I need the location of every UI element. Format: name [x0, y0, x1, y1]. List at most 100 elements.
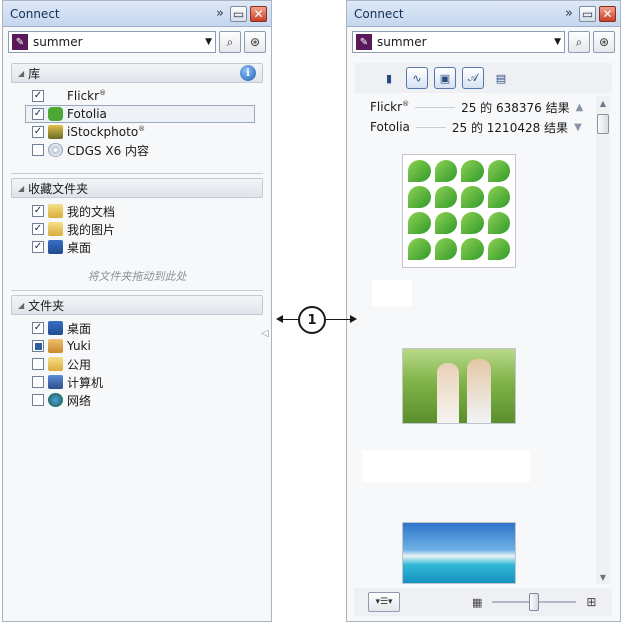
folders-item-network[interactable]: 网络: [32, 391, 271, 409]
computer-icon: [48, 375, 63, 389]
result-count: 25 的 638376 结果: [461, 100, 570, 115]
large-thumbnails-icon[interactable]: ⊞: [586, 595, 596, 609]
left-search-bar: ✎ summer ▼ ⌕ ⊛: [3, 27, 271, 57]
item-label: 网络: [67, 393, 92, 408]
favorites-item-documents[interactable]: ✓ 我的文档: [32, 202, 271, 220]
drop-folders-hint: 将文件夹拖动到此处: [87, 270, 187, 283]
checkbox[interactable]: ✓: [32, 90, 44, 102]
minimize-icon[interactable]: ▭: [230, 5, 247, 22]
checkbox[interactable]: [32, 358, 44, 370]
leaf-grid: [408, 160, 510, 260]
checkbox[interactable]: [32, 144, 44, 156]
checkbox[interactable]: ✓: [32, 126, 44, 138]
folders-section-header[interactable]: ◢ 文件夹: [11, 295, 263, 315]
couple-photo-thumbnail[interactable]: [402, 348, 516, 424]
binoculars-icon[interactable]: ⊛: [244, 31, 266, 53]
collapse-triangle-icon[interactable]: ◢: [18, 184, 24, 193]
item-label: 我的文档: [67, 204, 116, 219]
left-panel-title: Connect: [10, 6, 60, 21]
next-page-icon[interactable]: ▼: [574, 122, 582, 133]
library-section-header[interactable]: ◢ 库 i: [11, 63, 263, 83]
expand-chevron-icon[interactable]: »: [213, 6, 227, 22]
small-thumbnails-icon[interactable]: ▦: [472, 596, 482, 609]
expand-chevron-icon[interactable]: »: [562, 6, 576, 22]
fotolia-icon: [48, 107, 63, 121]
collapse-triangle-icon[interactable]: ◢: [18, 69, 24, 78]
placeholder-blank: [362, 450, 530, 482]
close-icon[interactable]: ✕: [599, 5, 616, 22]
scroll-up-icon[interactable]: ▲: [596, 96, 610, 110]
folders-item-yuki[interactable]: Yuki: [32, 337, 271, 355]
folders-item-public[interactable]: 公用: [32, 355, 271, 373]
leaf-shape: [408, 212, 431, 234]
search-button-icon[interactable]: ⌕: [568, 31, 590, 53]
font-filter-icon[interactable]: 𝒜: [462, 67, 484, 89]
item-label: 桌面: [67, 321, 92, 336]
image-filter-icon[interactable]: ▣: [434, 67, 456, 89]
previous-page-icon[interactable]: ▲: [576, 102, 584, 113]
binoculars-icon[interactable]: ⊛: [593, 31, 615, 53]
beach-photo-thumbnail[interactable]: [402, 522, 516, 584]
checkbox[interactable]: ✓: [32, 108, 44, 120]
info-icon[interactable]: i: [240, 65, 256, 81]
right-panel-title: Connect: [354, 6, 404, 21]
callout-arrow-right: [350, 315, 357, 323]
favorites-list: ✓ 我的文档 ✓ 我的图片 ✓ 桌面: [3, 198, 271, 256]
collapse-left-icon[interactable]: ◁: [261, 328, 269, 339]
minimize-icon[interactable]: ▭: [579, 5, 596, 22]
favorites-section-header[interactable]: ◢ 收藏文件夹: [11, 178, 263, 198]
collapse-triangle-icon[interactable]: ◢: [18, 301, 24, 310]
leaf-shape: [487, 186, 510, 208]
checkbox[interactable]: ✓: [32, 223, 44, 235]
folders-item-computer[interactable]: 计算机: [32, 373, 271, 391]
folders-item-desktop[interactable]: ✓ 桌面: [32, 319, 271, 337]
item-label: 我的图片: [67, 222, 116, 237]
right-search-combo[interactable]: ✎ summer ▼: [352, 31, 565, 53]
checkbox[interactable]: [32, 340, 44, 352]
folders-list: ✓ 桌面 Yuki 公用 计算机 网络: [3, 315, 271, 409]
person-shape: [467, 359, 491, 423]
book-icon[interactable]: ▮: [378, 67, 400, 89]
library-item-fotolia[interactable]: ✓ Fotolia: [25, 105, 255, 123]
results-area: Flickr® 25 的 638376 结果 ▲ Fotolia 25 的 12…: [354, 96, 610, 584]
checkbox[interactable]: ✓: [32, 322, 44, 334]
scroll-thumb[interactable]: [597, 114, 609, 134]
leaf-shape: [487, 212, 510, 234]
library-item-flickr[interactable]: ✓ Flickr®: [32, 87, 271, 105]
library-item-istockphoto[interactable]: ✓ iStockphoto®: [32, 123, 271, 141]
document-icon[interactable]: ▤: [490, 67, 512, 89]
zoom-slider[interactable]: [492, 592, 577, 612]
result-row-flickr: Flickr® 25 的 638376 结果 ▲: [370, 98, 583, 116]
zoom-thumb[interactable]: [529, 593, 540, 611]
checkbox[interactable]: ✓: [32, 205, 44, 217]
checkbox[interactable]: ✓: [32, 241, 44, 253]
item-label: iStockphoto®: [67, 125, 146, 139]
folders-header-label: 文件夹: [28, 298, 65, 313]
leaf-shape: [461, 238, 484, 260]
scroll-down-icon[interactable]: ▼: [596, 570, 610, 584]
leaf-vectors-thumbnail[interactable]: [402, 154, 516, 268]
right-search-input[interactable]: summer: [377, 35, 549, 49]
section-divider: [11, 290, 263, 291]
dropdown-caret-icon[interactable]: ▼: [205, 37, 212, 47]
corel-logo-icon: ✎: [356, 34, 372, 50]
left-titlebar: Connect » ▭ ✕: [3, 1, 271, 27]
section-divider: [11, 173, 263, 174]
checkbox[interactable]: [32, 376, 44, 388]
leaf-shape: [408, 186, 431, 208]
close-icon[interactable]: ✕: [250, 5, 267, 22]
left-search-input[interactable]: summer: [33, 35, 200, 49]
search-button-icon[interactable]: ⌕: [219, 31, 241, 53]
favorites-item-desktop[interactable]: ✓ 桌面: [32, 238, 271, 256]
results-scrollbar[interactable]: ▲ ▼: [596, 96, 610, 584]
leaf-shape: [434, 238, 457, 260]
left-search-combo[interactable]: ✎ summer ▼: [8, 31, 216, 53]
favorites-item-pictures[interactable]: ✓ 我的图片: [32, 220, 271, 238]
result-source: Fotolia: [370, 120, 410, 134]
vector-filter-icon[interactable]: ∿: [406, 67, 428, 89]
dropdown-caret-icon[interactable]: ▼: [554, 37, 561, 47]
right-titlebar: Connect » ▭ ✕: [347, 1, 620, 27]
library-item-cdgs[interactable]: CDGS X6 内容: [32, 141, 271, 159]
sort-menu-button[interactable]: ▾☰▾: [368, 592, 400, 612]
checkbox[interactable]: [32, 394, 44, 406]
